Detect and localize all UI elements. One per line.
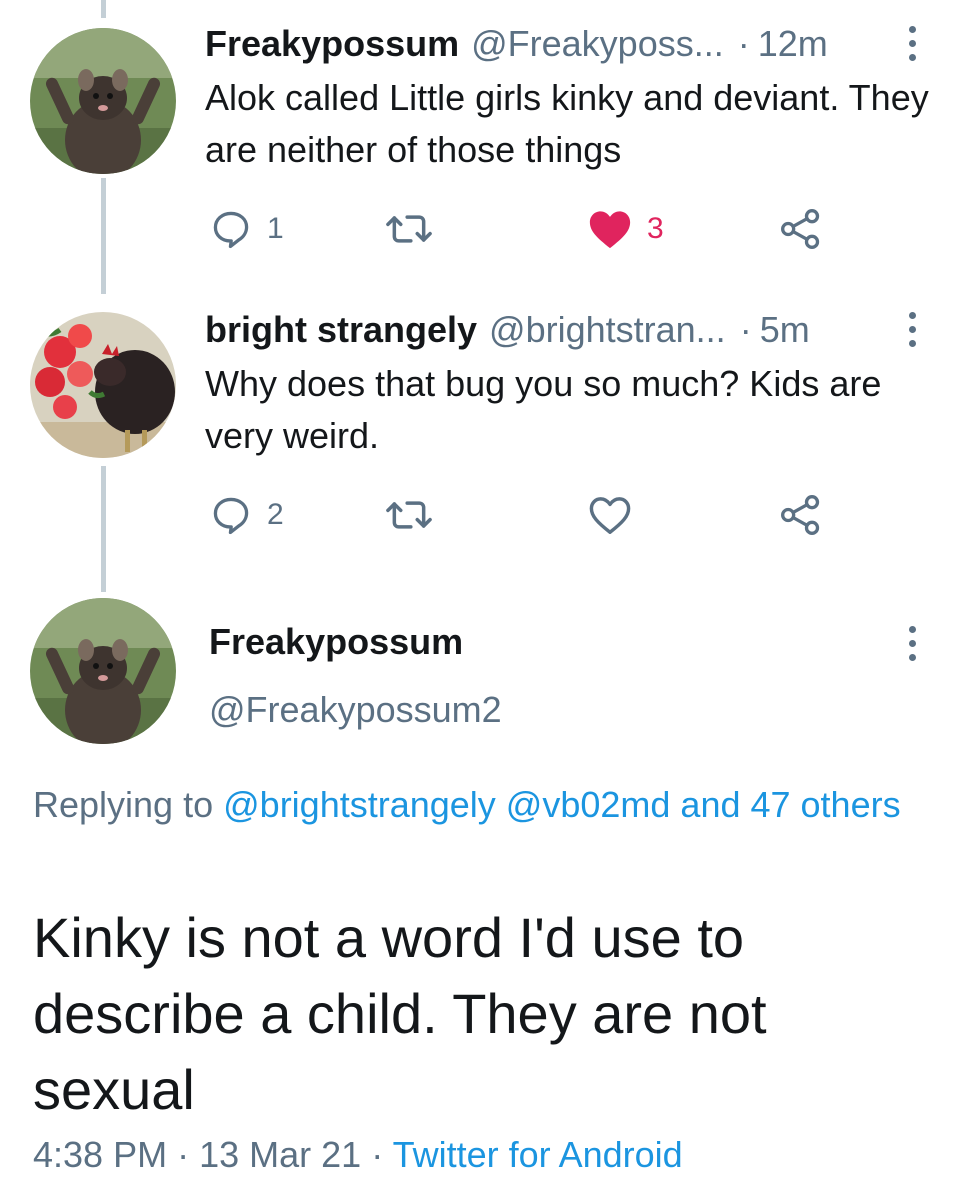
tweet-actions: 2 bbox=[205, 490, 925, 540]
heart-outline-icon bbox=[589, 497, 631, 534]
rooster-flowers-avatar-icon bbox=[30, 312, 176, 458]
avatar-freakypossum-main[interactable] bbox=[30, 598, 176, 744]
heart-filled-icon bbox=[589, 211, 631, 249]
tweet-source-link[interactable]: Twitter for Android bbox=[393, 1134, 683, 1175]
timestamp[interactable]: 12m bbox=[758, 22, 828, 66]
retweet-button[interactable] bbox=[385, 490, 433, 540]
separator: · bbox=[739, 309, 752, 350]
replying-to: Replying to @brightstrangely @vb02md and… bbox=[33, 778, 913, 832]
share-button[interactable] bbox=[779, 204, 823, 254]
more-options-icon[interactable] bbox=[908, 626, 916, 661]
main-tweet-text: Kinky is not a word I'd use to describe … bbox=[33, 906, 767, 1121]
replying-mentions-link[interactable]: @brightstrangely @vb02md and 47 others bbox=[223, 784, 900, 825]
reply-count: 2 bbox=[267, 498, 284, 531]
main-author-name[interactable]: Freakypossum bbox=[209, 618, 463, 666]
tweet-text: Why does that bug you so much? Kids are … bbox=[205, 363, 882, 456]
author-handle[interactable]: @Freakyposs... bbox=[471, 22, 724, 66]
thread-line-1 bbox=[101, 178, 106, 294]
thread-line-2 bbox=[101, 466, 106, 592]
more-options-icon[interactable] bbox=[908, 312, 916, 347]
separator: · bbox=[737, 23, 750, 64]
author-name[interactable]: Freakypossum bbox=[205, 22, 459, 66]
avatar-bright-strangely[interactable] bbox=[30, 312, 176, 458]
share-button[interactable] bbox=[779, 490, 823, 540]
retweet-icon bbox=[386, 215, 432, 243]
possum-avatar-icon bbox=[30, 28, 176, 174]
tweet-time: 4:38 PM bbox=[33, 1134, 168, 1175]
meta-separator: · bbox=[371, 1134, 384, 1175]
tweet-text: Alok called Little girls kinky and devia… bbox=[205, 77, 929, 170]
reply-count: 1 bbox=[267, 212, 284, 245]
share-icon bbox=[781, 495, 820, 535]
possum-avatar-icon bbox=[30, 598, 176, 744]
like-count: 3 bbox=[647, 212, 664, 245]
like-button[interactable]: 3 bbox=[587, 204, 664, 254]
meta-separator: · bbox=[177, 1134, 190, 1175]
replying-prefix: Replying to bbox=[33, 784, 214, 825]
retweet-button[interactable] bbox=[385, 204, 433, 254]
tweet-header: Freakypossum @Freakyposs... · 12m bbox=[205, 22, 828, 66]
author-handle[interactable]: @brightstran... bbox=[489, 308, 726, 352]
tweet-meta: 4:38 PM · 13 Mar 21 · Twitter for Androi… bbox=[33, 1130, 683, 1180]
reply-button[interactable]: 1 bbox=[209, 204, 284, 254]
reply-icon bbox=[213, 211, 249, 249]
tweet-date: 13 Mar 21 bbox=[199, 1134, 362, 1175]
reply-button[interactable]: 2 bbox=[209, 490, 284, 540]
share-icon bbox=[781, 209, 820, 249]
tweet-actions: 1 3 bbox=[205, 204, 925, 254]
more-options-icon[interactable] bbox=[908, 26, 916, 61]
author-name[interactable]: bright strangely bbox=[205, 308, 477, 352]
reply-icon bbox=[213, 497, 249, 535]
thread-line-top bbox=[101, 0, 106, 18]
avatar-freakypossum[interactable] bbox=[30, 28, 176, 174]
retweet-icon bbox=[386, 501, 432, 529]
like-button[interactable] bbox=[587, 490, 633, 540]
timestamp[interactable]: 5m bbox=[760, 308, 810, 352]
tweet-header: bright strangely @brightstran... · 5m bbox=[205, 308, 810, 352]
main-author-handle[interactable]: @Freakypossum2 bbox=[209, 686, 502, 734]
